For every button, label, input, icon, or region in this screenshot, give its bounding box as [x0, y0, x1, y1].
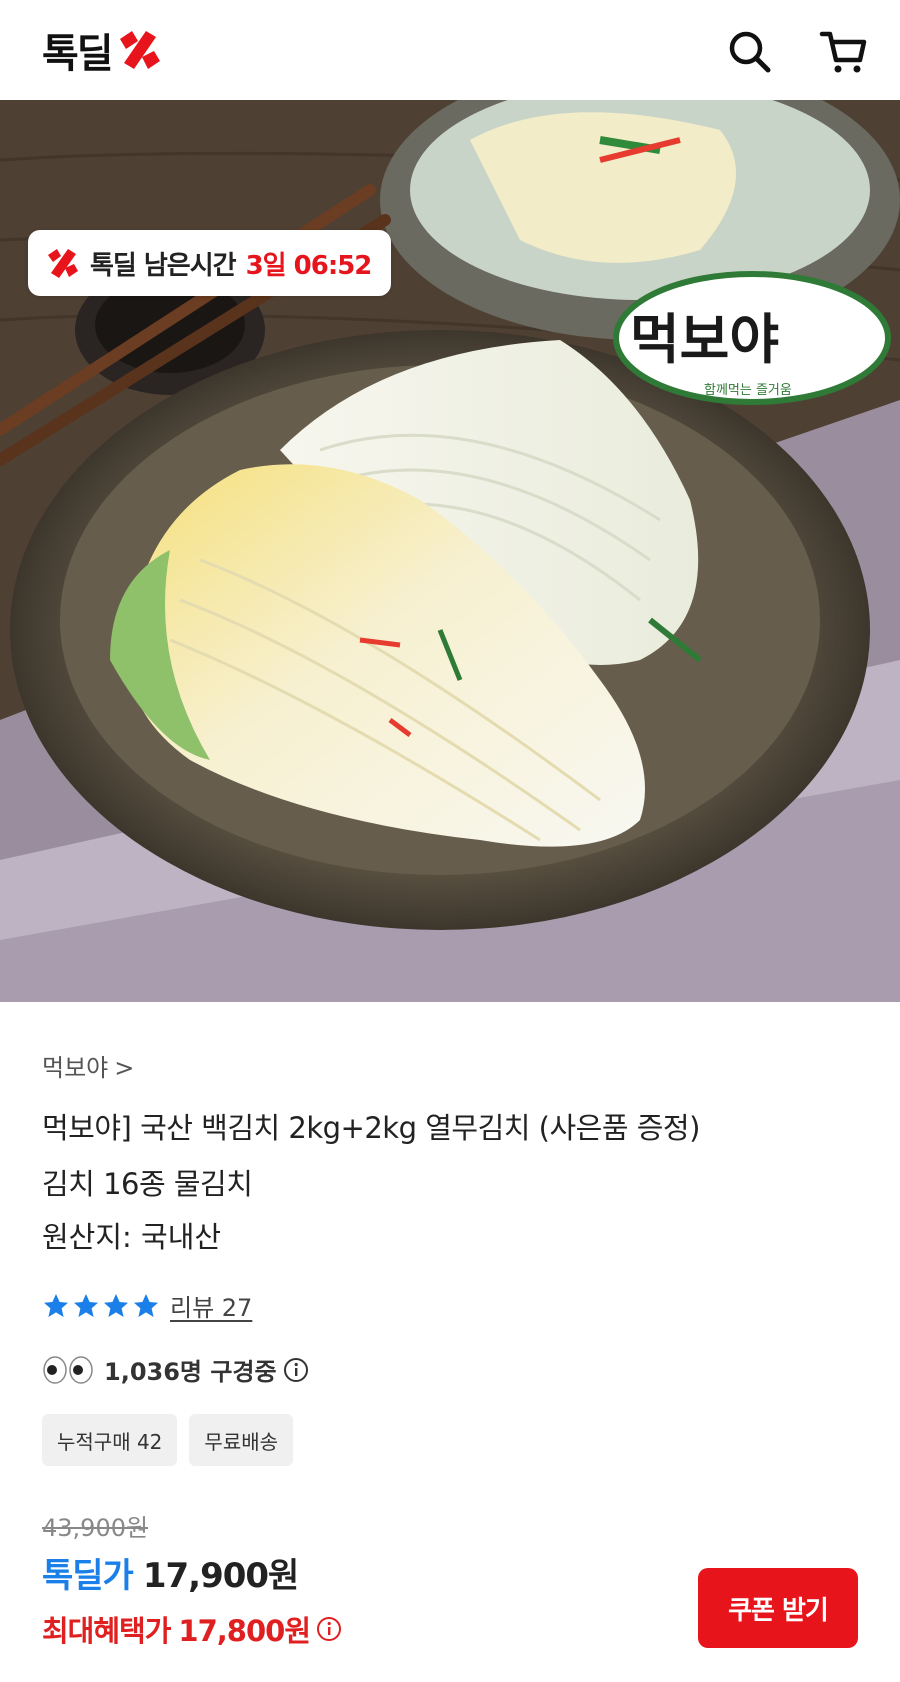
cart-icon[interactable]	[818, 26, 870, 78]
logo-text: 톡딜	[42, 31, 114, 77]
deal-timer-badge: 톡딜 남은시간 3일 06:52	[28, 230, 392, 296]
viewer-count: 1,036명 구경중	[42, 1352, 309, 1387]
star-icon	[104, 1293, 128, 1317]
product-title: 먹보야] 국산 백김치 2kg+2kg 열무김치 (사은품 증정) 김치 16종…	[42, 1100, 862, 1212]
get-coupon-button[interactable]: 쿠폰 받기	[698, 1568, 858, 1648]
eyes-icon	[43, 1355, 93, 1384]
timer-label: 톡딜 남은시간	[90, 250, 237, 281]
info-icon[interactable]	[283, 1357, 309, 1383]
viewer-count-text: 1,036명 구경중	[104, 1358, 277, 1386]
max-benefit-label: 최대혜택가	[42, 1614, 171, 1648]
deal-price-row: 톡딜가 17,900원	[42, 1548, 299, 1597]
max-benefit-price-row: 최대혜택가 17,800원	[42, 1608, 342, 1650]
brand-name-text: 먹보야	[630, 308, 779, 371]
star-icon	[74, 1293, 98, 1317]
max-benefit-value: 17,800원	[178, 1614, 311, 1648]
talkdeal-logo[interactable]: 톡딜	[42, 24, 162, 77]
product-image-carousel[interactable]: 톡딜 남은시간 3일 06:52 먹보야 함께먹는 즐거움	[0, 100, 900, 1002]
product-tags: 누적구매 42 무료배송	[42, 1414, 294, 1466]
tag-free-shipping: 무료배송	[189, 1414, 294, 1466]
seller-name: 먹보야	[42, 1054, 109, 1082]
percent-icon	[48, 249, 78, 278]
rating-row: 리뷰 27	[42, 1288, 252, 1323]
search-icon[interactable]	[724, 26, 776, 78]
timer-countdown: 3일 06:52	[245, 250, 373, 281]
product-origin: 원산지: 국내산	[42, 1220, 222, 1254]
brand-logo-badge: 먹보야 함께먹는 즐거움	[613, 271, 891, 405]
top-header: 톡딜	[0, 0, 900, 100]
info-icon[interactable]	[316, 1616, 342, 1642]
deal-price-label: 톡딜가	[42, 1556, 134, 1596]
product-title-line2: 김치 16종 물김치	[42, 1167, 253, 1201]
chevron-right-icon: >	[114, 1054, 135, 1082]
product-title-line1: 먹보야] 국산 백김치 2kg+2kg 열무김치 (사은품 증정)	[42, 1111, 700, 1145]
star-icon	[134, 1293, 158, 1317]
review-count-link[interactable]: 리뷰 27	[170, 1288, 252, 1323]
star-icon	[44, 1293, 68, 1317]
deal-price-value: 17,900원	[142, 1556, 299, 1596]
star-rating	[42, 1292, 160, 1320]
original-price: 43,900원	[42, 1514, 149, 1542]
tag-cumulative-purchases: 누적구매 42	[42, 1414, 178, 1466]
percent-logo-icon	[119, 31, 160, 69]
brand-slogan-text: 함께먹는 즐거움	[704, 383, 792, 398]
seller-link[interactable]: 먹보야 >	[42, 1048, 134, 1083]
